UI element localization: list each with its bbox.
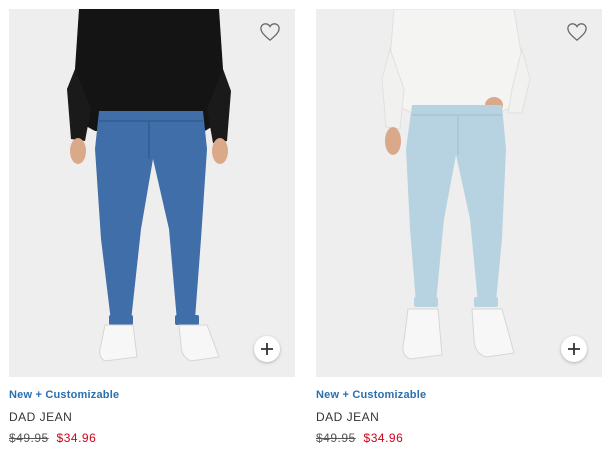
product-name[interactable]: DAD JEAN (9, 410, 295, 424)
product-name[interactable]: DAD JEAN (316, 410, 602, 424)
model-photo (9, 9, 295, 377)
heart-outline-icon (567, 23, 587, 42)
product-badge: New + Customizable (316, 389, 427, 401)
original-price: $49.95 (316, 431, 356, 445)
product-price: $49.95 $34.96 (316, 431, 602, 445)
sale-price: $34.96 (363, 431, 404, 445)
product-card[interactable]: New + Customizable DAD JEAN $49.95 $34.9… (9, 9, 295, 445)
product-image[interactable] (9, 9, 295, 377)
product-badge: New + Customizable (9, 389, 120, 401)
sale-price: $34.96 (56, 431, 97, 445)
wishlist-button[interactable] (257, 19, 283, 45)
product-price: $49.95 $34.96 (9, 431, 295, 445)
product-image[interactable] (316, 9, 602, 377)
quick-add-button[interactable] (561, 336, 587, 362)
heart-outline-icon (260, 23, 280, 42)
wishlist-button[interactable] (564, 19, 590, 45)
product-card[interactable]: New + Customizable DAD JEAN $49.95 $34.9… (316, 9, 602, 445)
plus-icon (568, 343, 580, 355)
product-grid: New + Customizable DAD JEAN $49.95 $34.9… (0, 0, 612, 449)
original-price: $49.95 (9, 431, 49, 445)
plus-icon (261, 343, 273, 355)
quick-add-button[interactable] (254, 336, 280, 362)
model-photo (316, 9, 602, 377)
